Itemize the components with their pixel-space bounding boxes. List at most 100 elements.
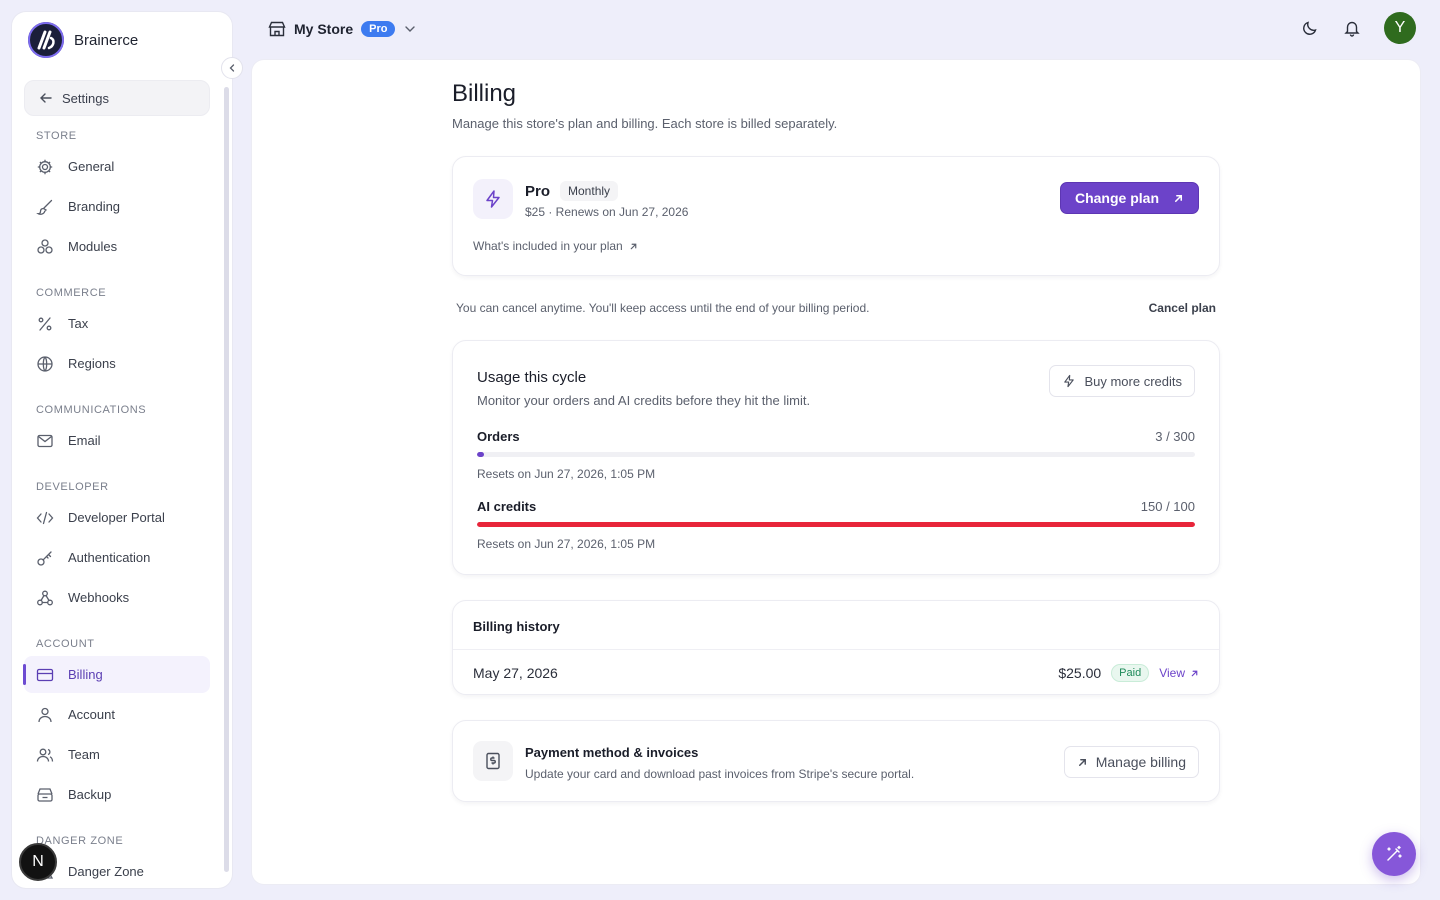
manage-billing-button[interactable]: Manage billing	[1063, 746, 1199, 778]
buy-more-credits-button[interactable]: Buy more credits	[1049, 365, 1195, 397]
sidebar-item-modules[interactable]: Modules	[24, 228, 210, 265]
sidebar-item-label: Webhooks	[68, 590, 130, 605]
modules-icon	[37, 238, 53, 254]
nav-group-label: COMMUNICATIONS	[36, 404, 147, 416]
cancel-note: You can cancel anytime. You'll keep acce…	[456, 301, 870, 315]
sidebar-item-regions[interactable]: Regions	[24, 345, 210, 382]
brush-icon	[36, 199, 53, 215]
chevron-down-icon	[405, 26, 416, 32]
view-label: View	[1159, 666, 1185, 680]
back-to-settings-button[interactable]: Settings	[24, 80, 210, 116]
billing-cycle-badge: Monthly	[560, 181, 619, 201]
meter-reset-text: Resets on Jun 27, 2026, 1:05 PM	[477, 467, 656, 481]
nav-group-label: DEVELOPER	[36, 481, 109, 493]
sidebar-item-label: Branding	[68, 199, 121, 214]
view-invoice-link[interactable]: View	[1159, 666, 1199, 680]
sidebar-item-account[interactable]: Account	[24, 696, 210, 733]
brand[interactable]: Brainerce	[28, 22, 138, 58]
sidebar-item-label: Developer Portal	[68, 510, 165, 525]
cancel-row: You can cancel anytime. You'll keep acce…	[456, 301, 1216, 315]
progress-track	[477, 452, 1195, 457]
users-icon	[36, 748, 54, 762]
cancel-plan-button[interactable]: Cancel plan	[1149, 301, 1216, 315]
invoice-icon	[473, 741, 513, 781]
plan-card: Pro Monthly $25 · Renews on Jun 27, 2026…	[452, 156, 1220, 276]
usage-card: Usage this cycle Monitor your orders and…	[452, 340, 1220, 575]
moon-icon	[1303, 21, 1317, 35]
sidebar-item-email[interactable]: Email	[24, 422, 210, 459]
chevron-left-icon	[229, 64, 235, 72]
notifications-button[interactable]	[1342, 18, 1362, 38]
main-panel: Billing Manage this store's plan and bil…	[252, 60, 1420, 884]
meter-value: 150 / 100	[1140, 499, 1195, 514]
sidebar-item-label: Danger Zone	[68, 864, 144, 879]
sidebar-item-label: Billing	[68, 667, 103, 682]
plan-included-label: What's included in your plan	[473, 239, 623, 253]
sidebar-item-label: Account	[68, 707, 115, 722]
plan-name-row: Pro Monthly	[525, 181, 619, 201]
magic-assistant-button[interactable]	[1372, 832, 1416, 876]
external-arrow-icon	[1078, 758, 1086, 766]
plan-name: Pro	[525, 182, 551, 200]
ai-credits-meter: AI credits 150 / 100 Resets on Jun 27, 2…	[477, 499, 1195, 551]
usage-subtitle: Monitor your orders and AI credits befor…	[477, 393, 811, 408]
invoice-amount: $25.00	[1058, 665, 1102, 681]
archive-icon	[37, 787, 53, 802]
orders-meter: Orders 3 / 300 Resets on Jun 27, 2026, 1…	[477, 429, 1195, 481]
sidebar-item-label: Team	[68, 747, 100, 762]
bell-icon	[1344, 21, 1360, 37]
meter-reset-text: Resets on Jun 27, 2026, 1:05 PM	[477, 537, 656, 551]
sidebar-item-label: Backup	[68, 787, 112, 802]
billing-history-card: Billing history May 27, 2026 $25.00 Paid…	[452, 600, 1220, 695]
user-icon	[38, 707, 52, 722]
sidebar-item-label: Authentication	[68, 550, 151, 565]
sidebar-scrollbar[interactable]	[224, 87, 229, 872]
percent-icon	[38, 316, 52, 331]
n-badge[interactable]: N	[19, 843, 57, 881]
webhook-icon	[37, 590, 53, 605]
history-title: Billing history	[473, 619, 560, 634]
sidebar-item-general[interactable]: General	[24, 148, 210, 185]
lightning-icon	[473, 179, 513, 219]
change-plan-label: Change plan	[1074, 190, 1159, 206]
nav-group-label: STORE	[36, 130, 77, 142]
sidebar-item-team[interactable]: Team	[24, 736, 210, 773]
sidebar-item-backup[interactable]: Backup	[24, 776, 210, 813]
invoice-date: May 27, 2026	[473, 665, 558, 681]
progress-fill	[477, 522, 1195, 527]
collapse-sidebar-button[interactable]	[221, 57, 243, 79]
store-name: My Store	[294, 21, 354, 37]
table-row: May 27, 2026 $25.00 Paid View	[473, 661, 1199, 685]
user-avatar[interactable]: Y	[1384, 12, 1416, 44]
magic-wand-icon	[1387, 845, 1402, 861]
sidebar-item-label: Tax	[68, 316, 89, 331]
progress-fill	[477, 452, 485, 457]
store-switcher[interactable]: My Store Pro	[268, 17, 417, 41]
sidebar-item-billing[interactable]: Billing	[23, 656, 210, 693]
sidebar-item-label: Modules	[68, 239, 118, 254]
sidebar-item-tax[interactable]: Tax	[24, 305, 210, 342]
payment-subtitle: Update your card and download past invoi…	[525, 767, 915, 781]
sidebar-item-authentication[interactable]: Authentication	[24, 539, 210, 576]
sidebar: Brainerce Settings STORE General Brandin…	[12, 12, 232, 888]
meter-label: Orders	[477, 429, 520, 444]
meter-label: AI credits	[477, 499, 537, 514]
theme-toggle-button[interactable]	[1300, 18, 1320, 38]
topbar-actions: Y	[1300, 12, 1416, 44]
nav-group-label: ACCOUNT	[36, 638, 95, 650]
code-icon	[36, 511, 54, 524]
page-subtitle: Manage this store's plan and billing. Ea…	[452, 116, 838, 131]
change-plan-button[interactable]: Change plan	[1059, 182, 1199, 214]
status-badge: Paid	[1111, 664, 1150, 682]
manage-billing-label: Manage billing	[1095, 754, 1186, 770]
key-icon	[37, 550, 52, 566]
plan-meta: $25 · Renews on Jun 27, 2026	[525, 205, 689, 219]
lightning-icon	[1064, 374, 1075, 388]
sidebar-item-developer-portal[interactable]: Developer Portal	[24, 499, 210, 536]
payment-method-card: Payment method & invoices Update your ca…	[452, 720, 1220, 802]
gear-icon	[37, 159, 53, 174]
buy-credits-label: Buy more credits	[1084, 373, 1182, 389]
sidebar-item-branding[interactable]: Branding	[24, 188, 210, 225]
sidebar-item-webhooks[interactable]: Webhooks	[24, 579, 210, 616]
plan-included-link[interactable]: What's included in your plan	[473, 239, 638, 253]
